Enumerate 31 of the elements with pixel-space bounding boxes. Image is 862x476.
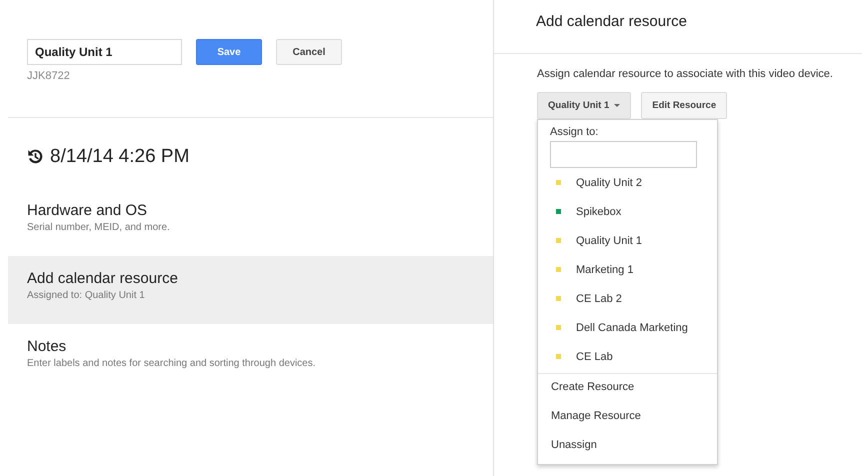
section-subtitle: Enter labels and notes for searching and sorting through devices. — [27, 358, 317, 369]
resource-option[interactable]: CE Lab 2 — [576, 292, 622, 304]
panel-title: Add calendar resource — [494, 0, 862, 54]
section-title: Add calendar resource — [27, 270, 179, 287]
menu-action[interactable]: Create Resource — [538, 374, 717, 403]
resource-option[interactable]: Quality Unit 2 — [576, 176, 642, 188]
section-title: Notes — [27, 338, 68, 355]
section-subtitle: Assigned to: Quality Unit 1 — [27, 290, 146, 301]
resource-dropdown[interactable]: Quality Unit 1 — [537, 92, 632, 119]
serial-number: JJK8722 — [27, 70, 71, 82]
edit-resource-button[interactable]: Edit Resource — [641, 92, 728, 119]
panel-description: Assign calendar resource to associate with this video device. — [537, 68, 834, 80]
cancel-button[interactable]: Cancel — [276, 39, 342, 65]
resource-option[interactable]: Spikebox — [576, 206, 622, 218]
assign-to-label: Assign to: — [550, 126, 600, 138]
caret-icon — [614, 104, 620, 107]
resource-option[interactable]: Dell Canada Marketing — [576, 322, 688, 334]
settings-section[interactable]: Hardware and OS Serial number, MEID, and more. — [8, 188, 493, 256]
resource-option[interactable]: Quality Unit 1 — [576, 234, 642, 246]
section-title: Hardware and OS — [27, 202, 148, 219]
resource-option[interactable]: CE Lab — [576, 350, 613, 362]
menu-action[interactable]: Manage Resource — [538, 403, 717, 432]
history-icon — [27, 148, 44, 165]
resource-option[interactable]: Marketing 1 — [576, 264, 634, 276]
settings-section[interactable]: Notes Enter labels and notes for searching and sorting through devices. — [8, 324, 493, 392]
menu-action[interactable]: Unassign — [538, 432, 717, 461]
resource-search-field[interactable] — [550, 141, 697, 168]
section-subtitle: Serial number, MEID, and more. — [27, 222, 171, 233]
settings-section[interactable]: Add calendar resource Assigned to: Quality Unit 1 — [8, 256, 493, 324]
name-field[interactable]: Quality Unit 1 — [27, 39, 182, 65]
last-sync-time: 8/14/14 4:26 PM — [50, 146, 190, 168]
